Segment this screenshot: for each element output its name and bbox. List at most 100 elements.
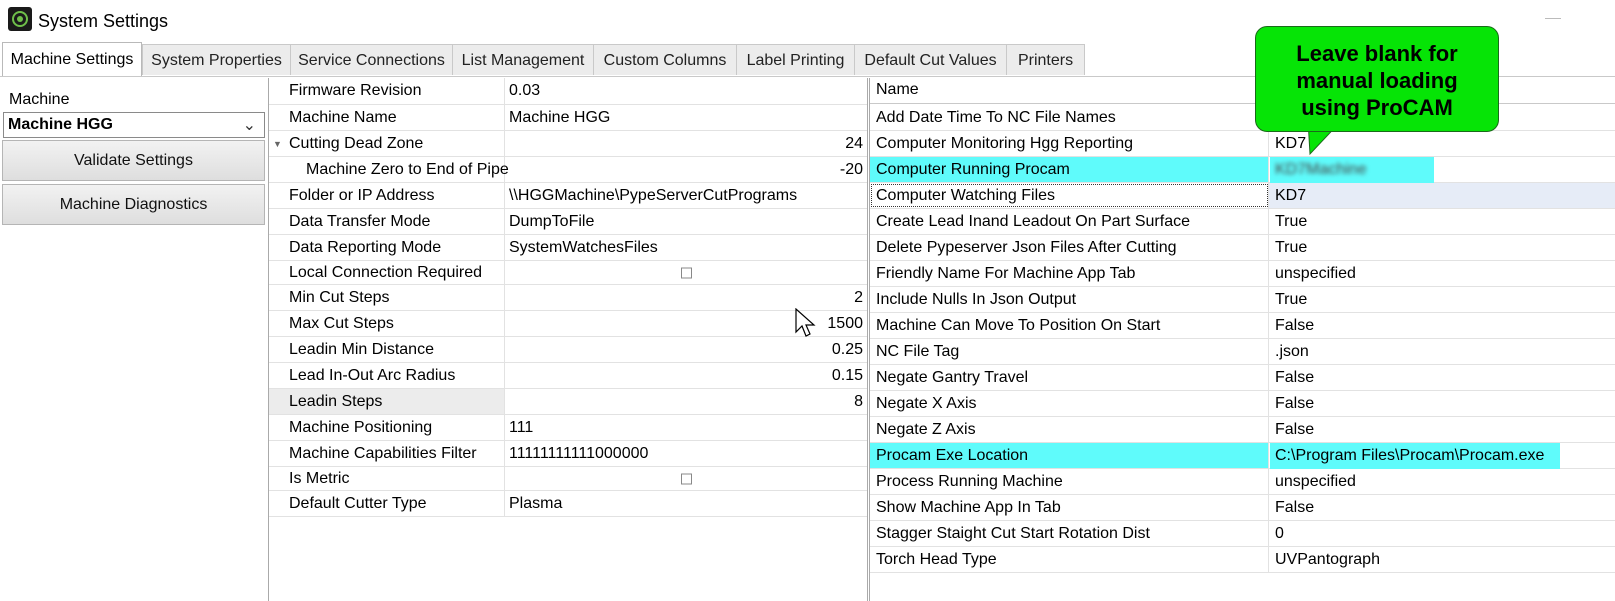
- property-row[interactable]: Machine Positioning 111: [269, 415, 867, 441]
- property-value[interactable]: SystemWatchesFiles: [509, 239, 658, 257]
- property-row[interactable]: Machine Capabilities Filter 111111111110…: [269, 441, 867, 467]
- settings-row[interactable]: Friendly Name For Machine App Tab unspec…: [870, 261, 1615, 287]
- property-value[interactable]: Plasma: [509, 495, 562, 513]
- property-row[interactable]: Data Reporting Mode SystemWatchesFiles: [269, 235, 867, 261]
- property-value[interactable]: 111: [509, 419, 533, 437]
- machine-diagnostics-button[interactable]: Machine Diagnostics: [2, 184, 265, 225]
- property-row[interactable]: Local Connection Required: [269, 261, 867, 285]
- settings-row[interactable]: Include Nulls In Json Output True: [870, 287, 1615, 313]
- property-row[interactable]: Is Metric: [269, 467, 867, 491]
- property-row[interactable]: Machine Zero to End of Pipe -20: [269, 157, 867, 183]
- minimize-icon[interactable]: [1545, 18, 1561, 19]
- setting-name: Computer Running Procam: [876, 160, 1070, 178]
- settings-row[interactable]: Machine Can Move To Position On Start Fa…: [870, 313, 1615, 339]
- setting-value[interactable]: unspecified: [1275, 265, 1356, 283]
- settings-row[interactable]: Computer Running Procam KD7Machine: [870, 157, 1615, 183]
- tab-service-connections[interactable]: Service Connections: [290, 44, 453, 75]
- tab-printers[interactable]: Printers: [1006, 44, 1085, 75]
- grid-header: Name ▲: [870, 78, 1615, 104]
- settings-row[interactable]: Torch Head Type UVPantograph: [870, 547, 1615, 573]
- setting-name: Negate X Axis: [876, 394, 977, 412]
- property-value[interactable]: 24: [845, 135, 863, 153]
- property-value[interactable]: DumpToFile: [509, 213, 594, 231]
- property-label: Machine Name: [289, 108, 397, 126]
- settings-row[interactable]: Add Date Time To NC File Names: [870, 105, 1615, 131]
- setting-value[interactable]: KD7: [1275, 187, 1306, 205]
- setting-value[interactable]: unspecified: [1275, 473, 1356, 491]
- property-row[interactable]: Min Cut Steps 2: [269, 285, 867, 311]
- setting-value[interactable]: False: [1275, 317, 1314, 335]
- property-value[interactable]: 8: [854, 393, 863, 411]
- property-value[interactable]: -20: [840, 161, 863, 179]
- property-row[interactable]: Data Transfer Mode DumpToFile: [269, 209, 867, 235]
- property-label: Data Transfer Mode: [289, 212, 431, 230]
- settings-row[interactable]: NC File Tag .json: [870, 339, 1615, 365]
- property-label: Folder or IP Address: [289, 186, 435, 204]
- settings-row[interactable]: Stagger Staight Cut Start Rotation Dist …: [870, 521, 1615, 547]
- settings-row[interactable]: Computer Monitoring Hgg Reporting KD7: [870, 131, 1615, 157]
- settings-row[interactable]: Computer Watching Files KD7: [870, 183, 1615, 209]
- setting-name: Machine Can Move To Position On Start: [876, 316, 1161, 334]
- settings-row[interactable]: Procam Exe Location C:\Program Files\Pro…: [870, 443, 1615, 469]
- setting-value[interactable]: 0: [1275, 525, 1284, 543]
- property-value[interactable]: 11111111111000000: [509, 445, 648, 463]
- setting-value[interactable]: False: [1275, 369, 1314, 387]
- setting-value[interactable]: True: [1275, 213, 1307, 231]
- setting-name: Create Lead Inand Leadout On Part Surfac…: [876, 212, 1190, 230]
- local-connection-checkbox[interactable]: [681, 267, 692, 278]
- property-value[interactable]: Machine HGG: [509, 109, 610, 127]
- tab-system-properties[interactable]: System Properties: [142, 44, 291, 75]
- settings-row[interactable]: Show Machine App In Tab False: [870, 495, 1615, 521]
- property-row[interactable]: Max Cut Steps 1500: [269, 311, 867, 337]
- property-row[interactable]: Leadin Steps 8: [269, 389, 867, 415]
- setting-value[interactable]: False: [1275, 395, 1314, 413]
- settings-row[interactable]: Create Lead Inand Leadout On Part Surfac…: [870, 209, 1615, 235]
- property-label: Leadin Min Distance: [289, 340, 434, 358]
- property-row[interactable]: Folder or IP Address \\HGGMachine\PypeSe…: [269, 183, 867, 209]
- callout-annotation: Leave blank for manual loading using Pro…: [1255, 26, 1499, 132]
- property-value[interactable]: 2: [854, 289, 863, 307]
- tab-machine-settings[interactable]: Machine Settings: [2, 42, 142, 76]
- tab-list-management[interactable]: List Management: [452, 44, 594, 75]
- tab-label-printing[interactable]: Label Printing: [736, 44, 855, 75]
- setting-value[interactable]: .json: [1275, 343, 1309, 361]
- settings-row[interactable]: Negate X Axis False: [870, 391, 1615, 417]
- setting-name: Include Nulls In Json Output: [876, 290, 1077, 308]
- property-label: Is Metric: [289, 469, 350, 487]
- is-metric-checkbox[interactable]: [681, 473, 692, 484]
- setting-name: Negate Z Axis: [876, 420, 976, 438]
- property-value[interactable]: 0.15: [832, 367, 863, 385]
- column-header-name[interactable]: Name: [876, 81, 919, 99]
- setting-value[interactable]: False: [1275, 421, 1314, 439]
- property-row[interactable]: Default Cutter Type Plasma: [269, 491, 867, 517]
- settings-row[interactable]: Negate Gantry Travel False: [870, 365, 1615, 391]
- settings-row[interactable]: Negate Z Axis False: [870, 417, 1615, 443]
- collapse-icon[interactable]: ▼: [273, 139, 282, 149]
- setting-value[interactable]: True: [1275, 239, 1307, 257]
- setting-name: Add Date Time To NC File Names: [876, 108, 1116, 126]
- setting-value[interactable]: False: [1275, 499, 1314, 517]
- setting-value[interactable]: C:\Program Files\Procam\Procam.exe: [1275, 447, 1544, 465]
- settings-row[interactable]: Delete Pypeserver Json Files After Cutti…: [870, 235, 1615, 261]
- setting-value[interactable]: KD7Machine: [1275, 161, 1367, 179]
- property-value[interactable]: \\HGGMachine\PypeServerCutPrograms: [509, 187, 797, 205]
- tab-custom-columns[interactable]: Custom Columns: [593, 44, 737, 75]
- property-row[interactable]: ▼ Cutting Dead Zone 24: [269, 131, 867, 157]
- property-row[interactable]: Lead In-Out Arc Radius 0.15: [269, 363, 867, 389]
- property-value[interactable]: 0.25: [832, 341, 863, 359]
- tab-default-cut-values[interactable]: Default Cut Values: [854, 44, 1007, 75]
- callout-line: manual loading: [1296, 68, 1458, 93]
- chevron-down-icon[interactable]: ⌄: [243, 115, 256, 135]
- property-row[interactable]: Machine Name Machine HGG: [269, 105, 867, 131]
- property-value[interactable]: 0.03: [509, 82, 540, 100]
- property-row[interactable]: Leadin Min Distance 0.25: [269, 337, 867, 363]
- settings-row[interactable]: Process Running Machine unspecified: [870, 469, 1615, 495]
- setting-value[interactable]: UVPantograph: [1275, 551, 1380, 569]
- property-label: Data Reporting Mode: [289, 238, 442, 256]
- property-row[interactable]: Firmware Revision 0.03: [269, 78, 867, 105]
- machine-dropdown[interactable]: Machine HGG ⌄: [3, 112, 265, 138]
- setting-value[interactable]: True: [1275, 291, 1307, 309]
- property-label: Machine Capabilities Filter: [289, 444, 477, 462]
- validate-settings-button[interactable]: Validate Settings: [2, 140, 265, 181]
- property-value[interactable]: 1500: [827, 315, 863, 333]
